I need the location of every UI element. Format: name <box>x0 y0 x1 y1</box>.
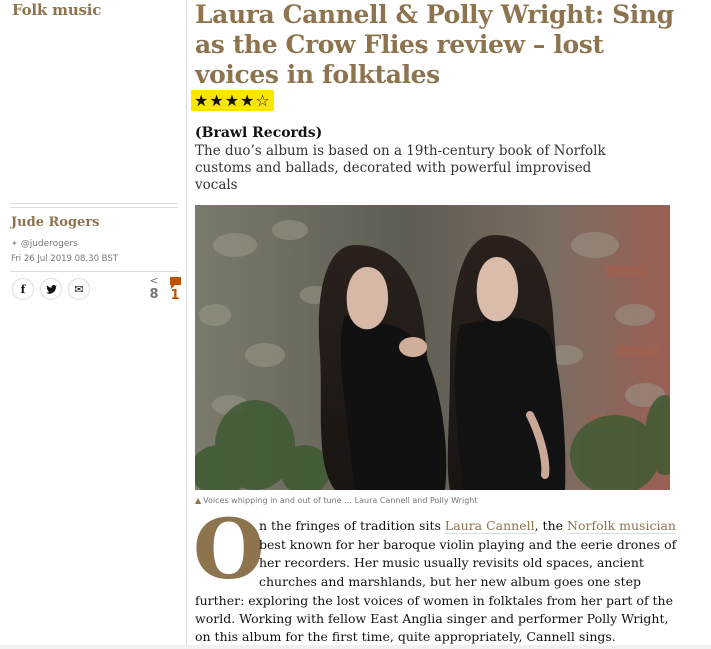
bottom-divider <box>0 645 711 649</box>
column-divider <box>186 0 187 649</box>
twitter-handle-text: @juderogers <box>20 239 78 249</box>
body-line-2: best known for her baroque violin playin… <box>259 537 677 552</box>
share-divider <box>10 271 178 272</box>
body-line-1: n the fringes of tradition sits Laura Ca… <box>259 518 676 534</box>
facebook-icon: f <box>20 282 26 296</box>
section-kicker-link[interactable]: Folk music <box>12 1 101 19</box>
author-link[interactable]: Jude Rogers <box>11 215 100 230</box>
article-main-image[interactable] <box>195 205 670 490</box>
twitter-share-button[interactable] <box>40 278 62 300</box>
comment-icon <box>169 277 181 289</box>
body-line-4: churches and marshlands, but her new alb… <box>259 574 641 589</box>
twitter-icon: ✦ <box>11 239 18 248</box>
twitter-icon <box>45 284 57 294</box>
body-line-5: further: exploring the lost voices of wo… <box>195 593 674 608</box>
facebook-share-button[interactable]: f <box>12 278 34 300</box>
byline-rules <box>10 203 178 211</box>
share-icon: < <box>149 274 159 287</box>
email-icon: ✉ <box>74 282 84 296</box>
body-line-3: her recorders. Her music usually revisit… <box>259 555 644 570</box>
email-share-button[interactable]: ✉ <box>68 278 90 300</box>
comment-count-value: 1 <box>170 288 180 303</box>
body-line-7: on this album for the first time, quite … <box>195 629 616 644</box>
laura-cannell-link[interactable]: Laura Cannell <box>444 518 535 534</box>
twitter-handle[interactable]: ✦ @juderogers <box>11 239 78 249</box>
standfirst: The duo’s album is based on a 19th-centu… <box>195 143 606 193</box>
left-meta-column: Folk music Jude Rogers ✦ @juderogers Fri … <box>0 0 186 649</box>
record-label: (Brawl Records) <box>195 125 323 141</box>
norfolk-musician-link[interactable]: Norfolk musician <box>567 518 676 534</box>
comment-count-link[interactable]: 1 <box>165 275 185 303</box>
star-rating: ★★★★☆ <box>191 90 274 111</box>
share-count-value: 8 <box>149 287 159 302</box>
photo-artwork <box>195 205 670 490</box>
body-line-6: world. Working with fellow East Anglia s… <box>195 611 669 626</box>
body-text: , the <box>534 518 568 533</box>
share-count: < 8 <box>143 275 165 302</box>
article-headline: Laura Cannell & Polly Wright: Sing as th… <box>195 0 674 89</box>
publish-date: Fri 26 Jul 2019 08.30 BST <box>11 254 118 264</box>
drop-cap: O <box>193 502 265 598</box>
body-text: n the fringes of tradition sits <box>259 518 445 533</box>
